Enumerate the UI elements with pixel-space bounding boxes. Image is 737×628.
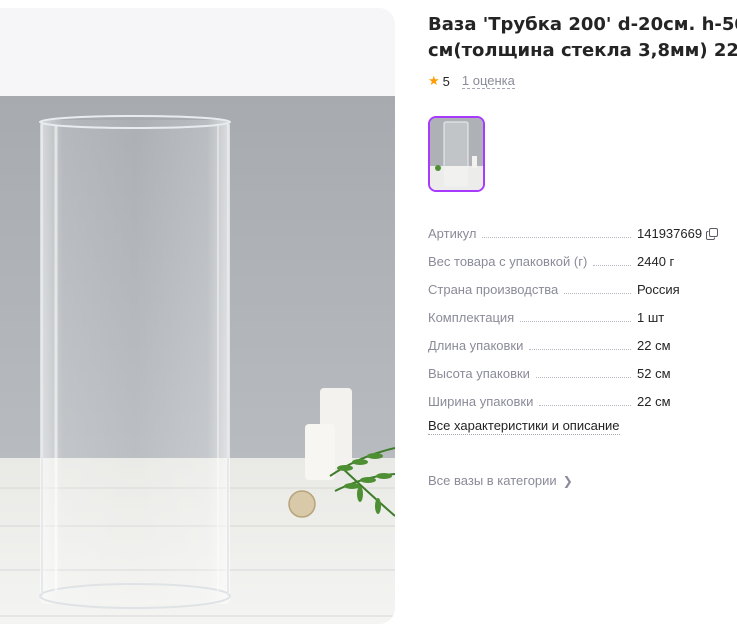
spec-name: Артикул xyxy=(428,226,477,241)
spec-row-country: Страна производства Россия xyxy=(428,275,737,303)
product-title-line-2: см(толщина стекла 3,8мм) 229 xyxy=(428,40,737,61)
reviews-link[interactable]: 1 оценка xyxy=(461,73,515,89)
spec-leader-dots xyxy=(529,349,631,350)
category-link-label: Все вазы в категории xyxy=(428,473,557,488)
spec-leader-dots xyxy=(593,265,631,266)
spec-name: Страна производства xyxy=(428,282,559,297)
spec-name: Ширина упаковки xyxy=(428,394,534,409)
spec-name: Высота упаковки xyxy=(428,366,530,381)
category-link[interactable]: Все вазы в категории ❯ xyxy=(428,473,573,488)
spec-row-article: Артикул 141937669 xyxy=(428,219,737,247)
spec-value: 141937669 xyxy=(637,226,737,242)
spec-leader-dots xyxy=(564,293,631,294)
all-specs-link[interactable]: Все характеристики и описание xyxy=(428,418,620,435)
spec-value: 22 см xyxy=(637,394,671,409)
rating-value: 5 xyxy=(442,73,450,89)
product-title: Ваза 'Трубка 200' d-20см. h-50 см(толщин… xyxy=(428,12,737,64)
spec-value: 1 шт xyxy=(637,310,665,325)
spec-value: 52 см xyxy=(637,366,671,381)
spec-name: Длина упаковки xyxy=(428,338,524,353)
star-icon: ★ xyxy=(428,73,440,88)
product-rating: ★ 5 1 оценка xyxy=(428,73,515,89)
spec-row-width: Ширина упаковки 22 см xyxy=(428,387,737,415)
product-title-line-1: Ваза 'Трубка 200' d-20см. h-50 xyxy=(428,14,737,35)
spec-leader-dots xyxy=(520,321,631,322)
spec-leader-dots xyxy=(539,405,631,406)
spec-leader-dots xyxy=(482,237,631,238)
specs-list: Артикул 141937669 Вес товара с упаковкой… xyxy=(428,219,737,415)
spec-leader-dots xyxy=(535,377,631,378)
image-thumbnail[interactable] xyxy=(428,116,485,192)
chevron-right-icon: ❯ xyxy=(562,473,573,488)
spec-value: 2440 г xyxy=(637,254,675,269)
spec-value: 22 см xyxy=(637,338,671,353)
product-main-image[interactable] xyxy=(0,96,395,624)
spec-row-length: Длина упаковки 22 см xyxy=(428,331,737,359)
spec-name: Комплектация xyxy=(428,310,515,325)
product-gallery xyxy=(0,8,395,624)
spec-row-weight: Вес товара с упаковкой (г) 2440 г xyxy=(428,247,737,275)
copy-icon[interactable] xyxy=(706,228,719,240)
spec-row-set: Комплектация 1 шт xyxy=(428,303,737,331)
spec-value: Россия xyxy=(637,282,680,297)
spec-name: Вес товара с упаковкой (г) xyxy=(428,254,588,269)
article-number: 141937669 xyxy=(637,226,703,241)
spec-row-height: Высота упаковки 52 см xyxy=(428,359,737,387)
